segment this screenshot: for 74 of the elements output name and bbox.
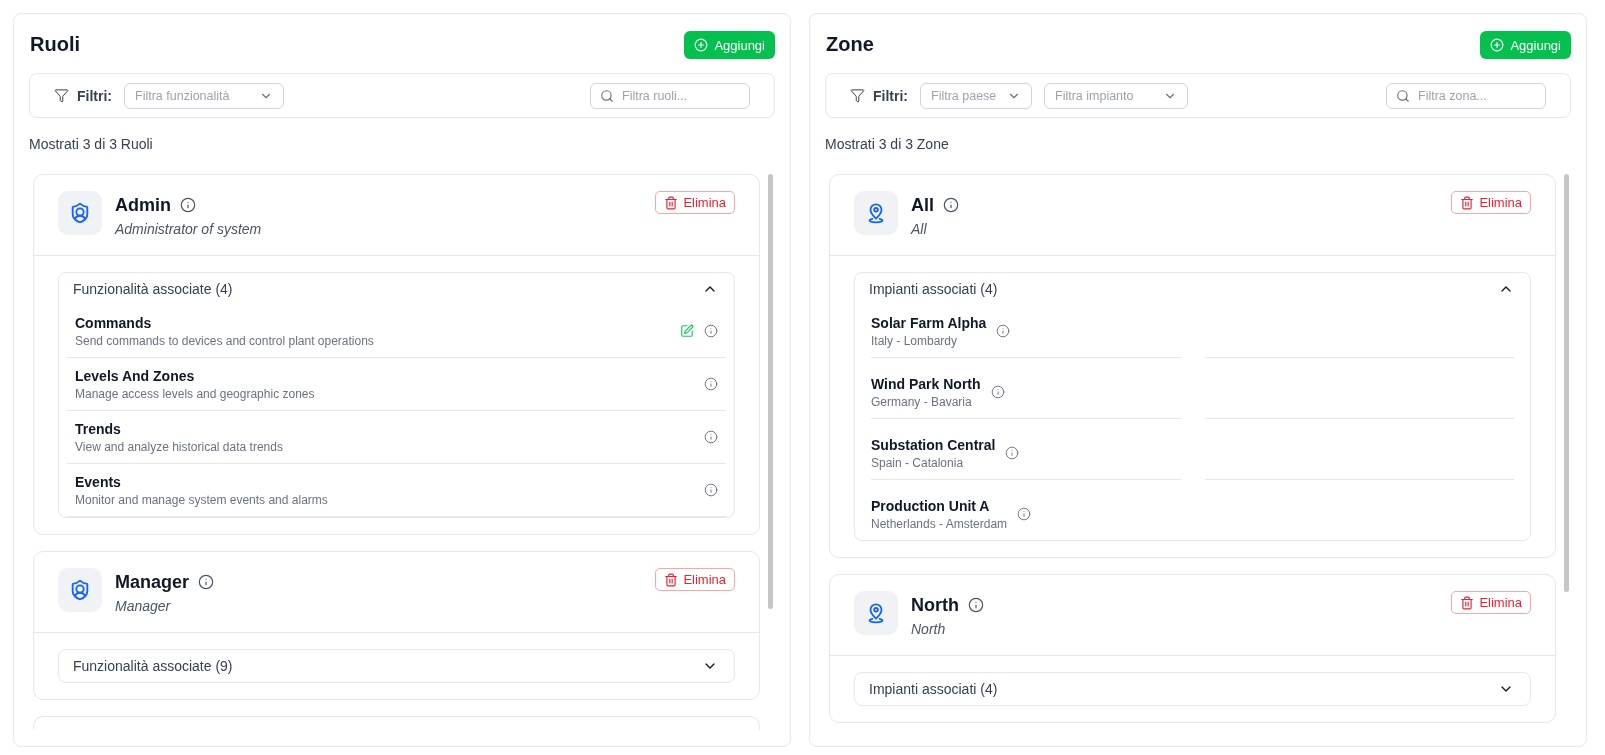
filter-icon bbox=[54, 88, 69, 103]
result-count: Mostrati 3 di 3 Ruoli bbox=[29, 135, 154, 154]
feature-description: Manage access levels and geographic zones bbox=[75, 386, 315, 402]
section-toggle[interactable]: Impianti associati (4) bbox=[855, 273, 1530, 305]
filter-label: Filtri: bbox=[77, 87, 112, 104]
add-button[interactable]: Aggiungi bbox=[1480, 31, 1571, 59]
section-toggle[interactable]: Funzionalità associate (9) bbox=[59, 650, 734, 682]
trash-icon bbox=[664, 572, 679, 587]
trash-icon bbox=[664, 195, 679, 210]
panel-title: Zone bbox=[826, 32, 874, 57]
trash-icon bbox=[1460, 595, 1475, 610]
feature-title: Commands bbox=[75, 314, 153, 333]
info-icon bbox=[1005, 446, 1020, 460]
section-toggle[interactable]: Impianti associati (4) bbox=[855, 673, 1530, 705]
filter-dropdown[interactable]: Filtra paese bbox=[920, 82, 1032, 109]
info-icon bbox=[704, 430, 718, 444]
shield-user-icon bbox=[58, 191, 102, 235]
delete-button[interactable]: Elimina bbox=[655, 568, 735, 591]
delete-button[interactable]: Elimina bbox=[655, 191, 735, 214]
info-icon bbox=[180, 197, 196, 213]
plant-location: Italy - Lombardy bbox=[871, 333, 959, 349]
feature-title: Events bbox=[75, 473, 122, 492]
map-pin-icon bbox=[854, 191, 898, 235]
plant-location: Germany - Bavaria bbox=[871, 394, 973, 410]
filter-dropdown[interactable]: Filtra impianto bbox=[1044, 82, 1188, 109]
card-description: North bbox=[911, 620, 947, 639]
info-icon bbox=[1017, 507, 1032, 521]
search-field[interactable]: Filtra ruoli... bbox=[590, 82, 750, 109]
feature-description: Monitor and manage system events and alarms bbox=[75, 492, 328, 508]
filter-icon bbox=[850, 88, 865, 103]
plant-name: Production Unit A bbox=[871, 497, 991, 516]
card-title: Manager bbox=[115, 571, 190, 594]
card-title: All bbox=[911, 194, 934, 217]
delete-button[interactable]: Elimina bbox=[1451, 591, 1531, 614]
scrollbar-thumb[interactable] bbox=[768, 174, 773, 609]
feature-description: Send commands to devices and control plant operations bbox=[75, 333, 374, 349]
plant-name: Wind Park North bbox=[871, 375, 981, 394]
search-icon bbox=[600, 88, 614, 103]
filter-dropdown[interactable]: Filtra funzionalità bbox=[124, 82, 284, 109]
card-title: North bbox=[911, 594, 959, 617]
info-icon bbox=[968, 597, 984, 613]
feature-title: Levels And Zones bbox=[75, 367, 196, 386]
feature-title: Trends bbox=[75, 420, 122, 439]
feature-description: View and analyze historical data trends bbox=[75, 439, 283, 455]
search-icon bbox=[1396, 88, 1410, 103]
filter-label: Filtri: bbox=[873, 87, 908, 104]
add-button[interactable]: Aggiungi bbox=[684, 31, 775, 59]
panel-title: Ruoli bbox=[30, 32, 80, 57]
map-pin-icon bbox=[854, 591, 898, 635]
info-icon bbox=[990, 385, 1005, 399]
plant-location: Netherlands - Amsterdam bbox=[871, 516, 1008, 532]
search-field[interactable]: Filtra zona... bbox=[1386, 82, 1546, 109]
shield-user-icon bbox=[58, 568, 102, 612]
info-icon bbox=[198, 574, 215, 590]
info-icon bbox=[943, 197, 959, 213]
edit-icon[interactable] bbox=[680, 324, 694, 338]
plant-location: Spain - Catalonia bbox=[871, 455, 965, 471]
plant-name: Substation Central bbox=[871, 436, 996, 455]
scrollbar-thumb[interactable] bbox=[1564, 174, 1569, 592]
card-description: All bbox=[911, 220, 928, 239]
plus-circle-icon bbox=[694, 38, 709, 52]
info-icon bbox=[704, 377, 718, 391]
section-toggle[interactable]: Funzionalità associate (4) bbox=[59, 273, 734, 305]
info-icon bbox=[704, 324, 718, 338]
info-icon bbox=[996, 324, 1011, 338]
plant-name: Solar Farm Alpha bbox=[871, 314, 987, 333]
delete-button[interactable]: Elimina bbox=[1451, 191, 1531, 214]
trash-icon bbox=[1460, 195, 1475, 210]
card-title: Admin bbox=[115, 194, 171, 217]
card-description: Manager bbox=[115, 597, 172, 616]
info-icon bbox=[704, 483, 718, 497]
result-count: Mostrati 3 di 3 Zone bbox=[825, 135, 950, 154]
plus-circle-icon bbox=[1490, 38, 1505, 52]
card-description: Administrator of system bbox=[115, 220, 262, 239]
